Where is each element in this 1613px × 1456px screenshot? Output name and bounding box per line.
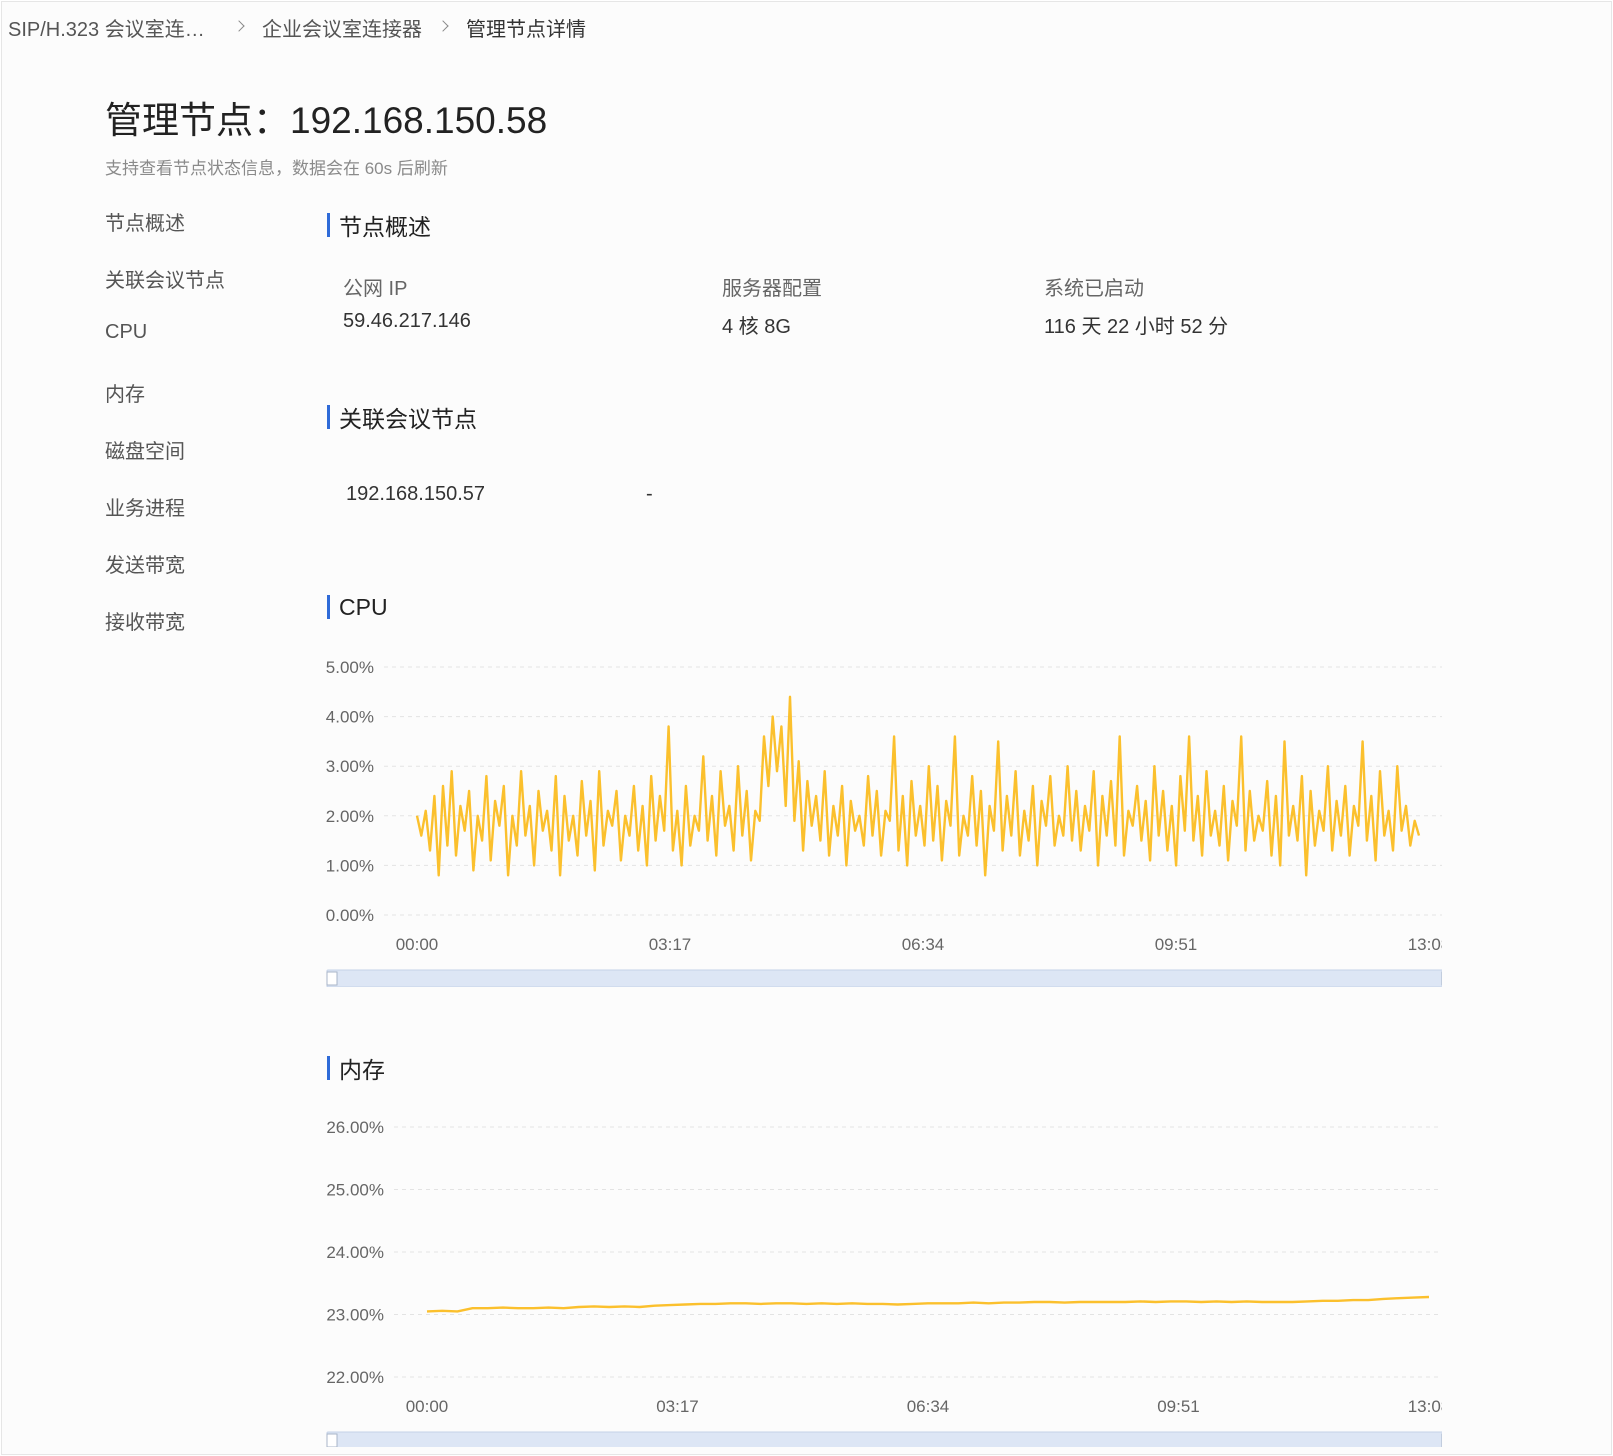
cpu-chart-svg: 0.00% 1.00% 2.00% 3.00% 4.00% 5.00% 00:00 03:17… [326, 658, 1453, 988]
section-title-text: 内存 [339, 1057, 385, 1083]
chevron-right-icon [232, 19, 248, 35]
section-title-related-nodes: 关联会议节点 [327, 403, 477, 432]
nav-item-related-nodes[interactable]: 关联会议节点 [105, 264, 295, 321]
zoom-slider-handle[interactable] [326, 971, 338, 986]
y-tick-label: 22.00% [326, 1368, 384, 1387]
memory-chart: 22.00% 23.00% 24.00% 25.00% 26.00% 00:00 03:17… [322, 1102, 1453, 1450]
related-node-extra: - [646, 483, 653, 505]
section-accent-bar [327, 1056, 330, 1080]
nav-item-overview[interactable]: 节点概述 [105, 207, 295, 264]
y-tick-label: 24.00% [326, 1243, 384, 1262]
zoom-slider-track[interactable] [326, 1431, 1453, 1450]
y-tick-label: 2.00% [326, 807, 374, 826]
uptime-value: 116 天 22 小时 52 分 [1044, 316, 1229, 338]
x-tick-label: 00:00 [396, 935, 439, 954]
public-ip-label: 公网 IP [343, 278, 408, 300]
section-title-text: 节点概述 [339, 214, 431, 240]
page-title: 管理节点：192.168.150.58 [105, 100, 548, 141]
y-tick-label: 23.00% [326, 1306, 384, 1325]
section-title-text: CPU [339, 593, 388, 620]
section-accent-bar [327, 405, 330, 429]
uptime-label: 系统已启动 [1044, 278, 1144, 300]
cpu-chart: 0.00% 1.00% 2.00% 3.00% 4.00% 5.00% 00:00 03:17… [322, 642, 1453, 988]
section-accent-bar [327, 213, 330, 237]
y-tick-label: 5.00% [326, 658, 374, 677]
chevron-right-icon [436, 19, 452, 35]
breadcrumb: SIP/H.323 会议室连… 企业会议室连接器 管理节点详情 [8, 12, 586, 42]
x-tick-label: 13:08 [1408, 935, 1442, 954]
nav-item-disk[interactable]: 磁盘空间 [105, 435, 295, 492]
section-title-text: 关联会议节点 [339, 406, 477, 432]
breadcrumb-item-connector[interactable]: 企业会议室连接器 [262, 13, 422, 42]
x-tick-label: 03:17 [656, 1397, 699, 1416]
public-ip-value: 59.46.217.146 [343, 310, 471, 332]
nav-item-processes[interactable]: 业务进程 [105, 492, 295, 549]
y-tick-label: 4.00% [326, 708, 374, 727]
zoom-slider-track[interactable] [326, 969, 1453, 988]
y-tick-label: 3.00% [326, 757, 374, 776]
nav-item-cpu[interactable]: CPU [105, 321, 295, 378]
page-frame: SIP/H.323 会议室连… 企业会议室连接器 管理节点详情 管理节点：192… [1, 1, 1612, 1455]
x-tick-label: 09:51 [1157, 1397, 1200, 1416]
nav-item-memory[interactable]: 内存 [105, 378, 295, 435]
page-subtitle: 支持查看节点状态信息，数据会在 60s 后刷新 [105, 159, 448, 178]
y-tick-label: 0.00% [326, 906, 374, 925]
y-tick-label: 26.00% [326, 1118, 384, 1137]
side-nav: 节点概述 关联会议节点 CPU 内存 磁盘空间 业务进程 发送带宽 接收带宽 [105, 207, 295, 663]
zoom-slider-handle[interactable] [326, 1433, 338, 1448]
nav-item-receive-bandwidth[interactable]: 接收带宽 [105, 606, 295, 663]
breadcrumb-item-current: 管理节点详情 [466, 18, 586, 41]
section-title-cpu: CPU [327, 593, 388, 621]
nav-item-send-bandwidth[interactable]: 发送带宽 [105, 549, 295, 606]
x-tick-label: 06:34 [907, 1397, 950, 1416]
related-node-ip: 192.168.150.57 [346, 483, 486, 505]
y-tick-label: 25.00% [326, 1181, 384, 1200]
y-tick-label: 1.00% [326, 856, 374, 875]
server-config-label: 服务器配置 [722, 278, 822, 300]
x-tick-label: 00:00 [406, 1397, 449, 1416]
section-title-overview: 节点概述 [327, 211, 431, 240]
server-config-value: 4 核 8G [722, 316, 791, 338]
x-tick-label: 13:08 [1408, 1397, 1442, 1416]
memory-chart-svg: 22.00% 23.00% 24.00% 25.00% 26.00% 00:00 03:17… [326, 1118, 1453, 1450]
section-accent-bar [327, 595, 330, 619]
series-line [426, 1295, 1430, 1313]
x-tick-label: 09:51 [1155, 935, 1198, 954]
section-title-memory: 内存 [327, 1054, 385, 1083]
series-line [415, 695, 1421, 877]
x-tick-label: 03:17 [649, 935, 692, 954]
x-tick-label: 06:34 [902, 935, 945, 954]
breadcrumb-item-sip-h323[interactable]: SIP/H.323 会议室连… [8, 13, 218, 42]
